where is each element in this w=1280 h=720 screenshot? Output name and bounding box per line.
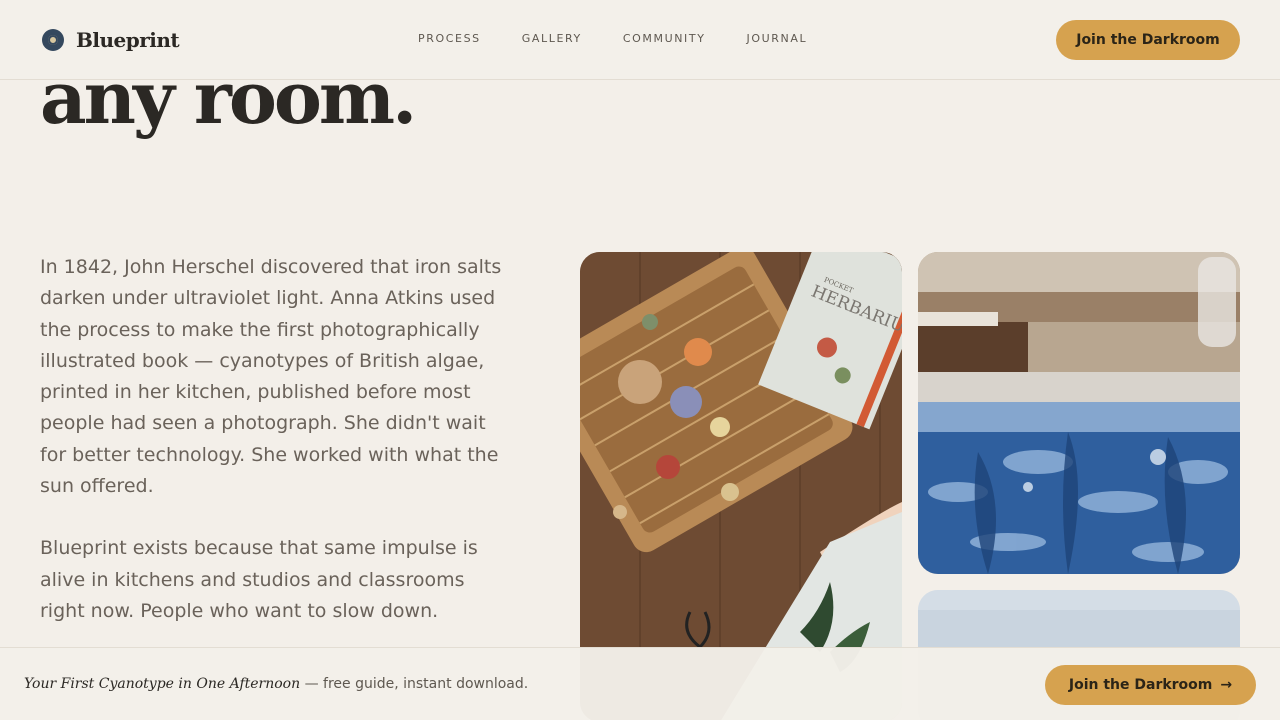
nav-process[interactable]: PROCESS [418,32,481,45]
nav-gallery[interactable]: GALLERY [522,32,582,45]
brand-name: Blueprint [76,28,180,52]
offer-title[interactable]: Your First Cyanotype in One Afternoon [24,676,300,692]
sun-emblem-icon [42,29,64,51]
sticky-offer-bar: Your First Cyanotype in One Afternoon — … [0,647,1280,720]
arrow-right-icon: → [1220,677,1233,693]
nav-community[interactable]: COMMUNITY [623,32,706,45]
join-darkroom-footer-button[interactable]: Join the Darkroom → [1045,665,1256,705]
cyanotype-bath-illustration [918,252,1240,574]
story-copy: In 1842, John Herschel discovered that i… [40,252,510,658]
site-header: Blueprint PROCESS GALLERY COMMUNITY JOUR… [0,0,1280,80]
story-paragraph-2: Blueprint exists because that same impul… [40,537,478,622]
story-paragraph-1: In 1842, John Herschel discovered that i… [40,256,502,498]
cyanotype-bath-photo [918,252,1240,574]
offer-text: Your First Cyanotype in One Afternoon — … [24,676,528,692]
offer-description: — free guide, instant download. [300,676,529,692]
join-darkroom-button[interactable]: Join the Darkroom [1056,20,1240,60]
nav-journal[interactable]: JOURNAL [747,32,808,45]
main-nav: PROCESS GALLERY COMMUNITY JOURNAL [418,32,807,45]
join-darkroom-footer-label: Join the Darkroom [1068,677,1213,693]
brand-logo[interactable]: Blueprint [42,28,180,52]
